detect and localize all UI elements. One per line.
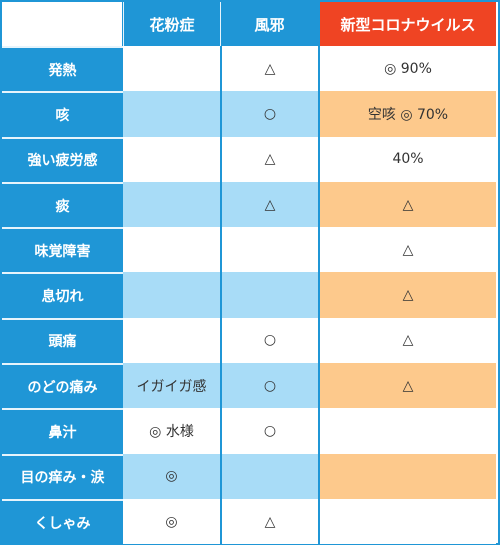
- row-header-symptom: 強い疲労感: [2, 136, 123, 182]
- cell-hay-fever: [123, 272, 220, 318]
- cell-cold: [220, 227, 318, 273]
- cell-hay-fever: [123, 181, 220, 228]
- cell-covid: ◎ 90%: [318, 46, 496, 92]
- cell-cold: ○: [220, 363, 318, 409]
- row-header-symptom: のどの痛み: [2, 363, 123, 409]
- cell-cold: [220, 272, 318, 318]
- cell-cold: [220, 453, 318, 499]
- row-header-symptom: 咳: [2, 91, 123, 137]
- row-header-symptom: 痰: [2, 181, 123, 228]
- cell-covid: 40%: [318, 136, 496, 182]
- cell-cold: ○: [220, 408, 318, 454]
- cell-covid: △: [318, 227, 496, 273]
- table-grid: 花粉症 風邪 新型コロナウイルス 発熱 △ ◎ 90% 咳 ○ 空咳 ◎ 70% 強い疲労感…: [2, 2, 498, 545]
- cell-cold: △: [220, 181, 318, 228]
- row-header-symptom: 目の痒み・涙: [2, 453, 123, 499]
- cell-covid: △: [318, 181, 496, 228]
- cell-cold: ○: [220, 317, 318, 364]
- cell-hay-fever: ◎ 水様: [123, 408, 220, 454]
- cell-covid: [318, 453, 496, 499]
- cell-covid: △: [318, 363, 496, 409]
- cell-cold: △: [220, 136, 318, 182]
- cell-covid: 空咳 ◎ 70%: [318, 91, 496, 137]
- cell-hay-fever: ◎: [123, 453, 220, 499]
- cell-covid: △: [318, 317, 496, 364]
- corner-cell: [2, 2, 123, 46]
- cell-cold: ○: [220, 91, 318, 137]
- cell-hay-fever: ◎: [123, 498, 220, 545]
- cell-hay-fever: [123, 46, 220, 92]
- cell-covid: [318, 408, 496, 454]
- cell-cold: △: [220, 46, 318, 92]
- column-header-covid: 新型コロナウイルス: [318, 2, 496, 46]
- row-header-symptom: 発熱: [2, 46, 123, 92]
- cell-hay-fever: イガイガ感: [123, 363, 220, 409]
- cell-covid: [318, 498, 496, 545]
- row-header-symptom: 息切れ: [2, 272, 123, 318]
- column-header-hay-fever: 花粉症: [123, 2, 220, 46]
- cell-cold: △: [220, 498, 318, 545]
- cell-hay-fever: [123, 317, 220, 364]
- symptom-comparison-table: 花粉症 風邪 新型コロナウイルス 発熱 △ ◎ 90% 咳 ○ 空咳 ◎ 70% 強い疲労感…: [0, 0, 500, 545]
- cell-covid: △: [318, 272, 496, 318]
- row-header-symptom: 頭痛: [2, 317, 123, 364]
- cell-hay-fever: [123, 91, 220, 137]
- cell-hay-fever: [123, 227, 220, 273]
- row-header-symptom: 鼻汁: [2, 408, 123, 454]
- row-header-symptom: 味覚障害: [2, 227, 123, 273]
- column-header-cold: 風邪: [220, 2, 318, 46]
- row-header-symptom: くしゃみ: [2, 498, 123, 545]
- cell-hay-fever: [123, 136, 220, 182]
